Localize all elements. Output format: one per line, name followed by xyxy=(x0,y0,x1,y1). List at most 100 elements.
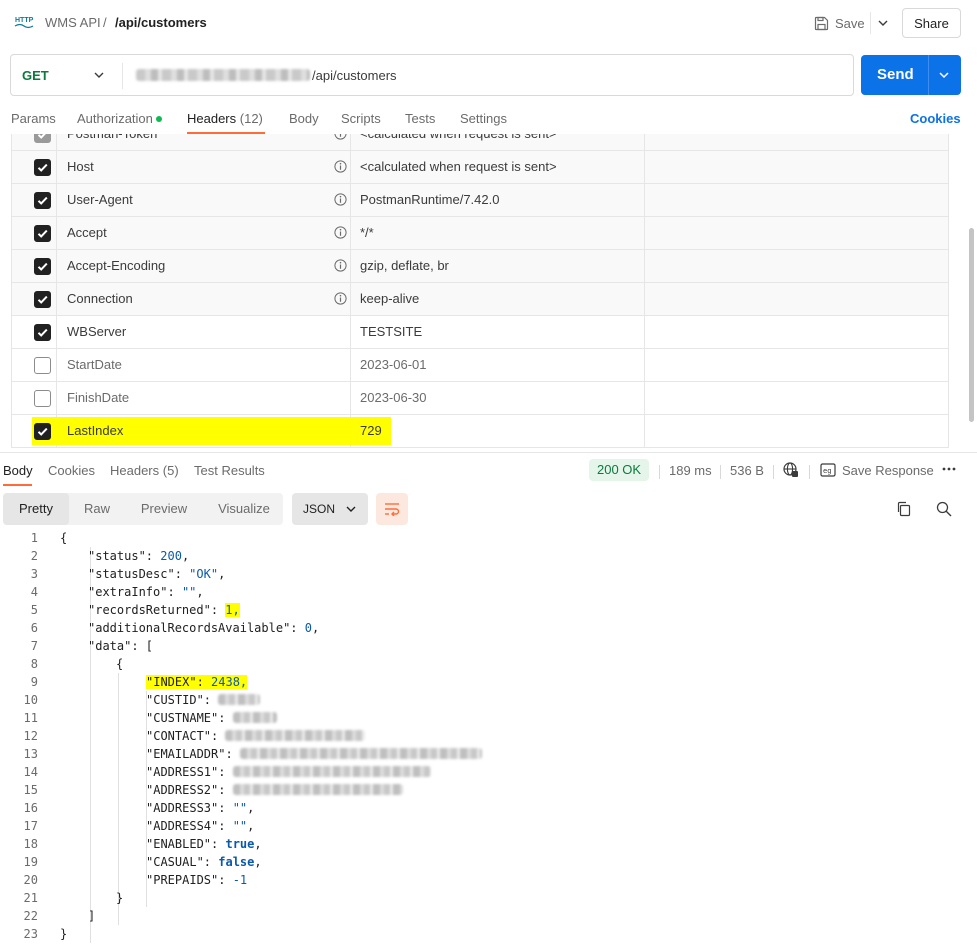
redacted-value xyxy=(232,712,277,723)
view-visualize[interactable]: Visualize xyxy=(205,493,283,525)
code-line: 9 "INDEX": 2438, xyxy=(0,673,977,691)
tab-response-headers[interactable]: Headers (5) xyxy=(110,463,179,478)
header-enabled-checkbox[interactable] xyxy=(34,291,51,308)
info-icon[interactable] xyxy=(334,134,347,140)
svg-text:eg: eg xyxy=(823,467,831,475)
header-value-cell[interactable]: 2023-06-30 xyxy=(351,382,645,414)
view-preview[interactable]: Preview xyxy=(127,493,201,525)
header-description-cell[interactable] xyxy=(645,349,948,381)
save-response-button[interactable]: Save Response xyxy=(842,463,934,478)
chevron-down-icon[interactable] xyxy=(874,13,892,33)
tab-test-results[interactable]: Test Results xyxy=(194,463,265,478)
format-label: JSON xyxy=(303,502,336,516)
url-input[interactable]: /api/customers xyxy=(312,68,397,83)
header-enabled-checkbox[interactable] xyxy=(34,324,51,341)
method-select[interactable]: GET xyxy=(22,68,49,83)
tab-body[interactable]: Body xyxy=(289,111,319,126)
header-value-cell[interactable]: PostmanRuntime/7.42.0 xyxy=(351,184,645,216)
header-key-cell[interactable]: User-Agent xyxy=(57,184,351,216)
send-button[interactable]: Send xyxy=(861,55,961,95)
header-key-cell[interactable]: StartDate xyxy=(57,349,351,381)
header-value-cell[interactable]: 2023-06-01 xyxy=(351,349,645,381)
header-value-cell[interactable]: gzip, deflate, br xyxy=(351,250,645,282)
header-key-cell[interactable]: Host xyxy=(57,151,351,183)
header-value-cell[interactable]: keep-alive xyxy=(351,283,645,315)
tab-response-body[interactable]: Body xyxy=(3,463,33,478)
header-value-cell[interactable]: <calculated when request is sent> xyxy=(351,134,645,150)
info-icon[interactable] xyxy=(334,226,347,239)
format-select[interactable]: JSON xyxy=(292,493,368,525)
cookies-link[interactable]: Cookies xyxy=(910,111,961,126)
header-description-cell[interactable] xyxy=(645,151,948,183)
tab-tests[interactable]: Tests xyxy=(405,111,435,126)
share-button[interactable]: Share xyxy=(902,8,961,38)
chevron-down-icon[interactable] xyxy=(93,69,105,81)
header-description-cell[interactable] xyxy=(645,316,948,348)
header-value: */* xyxy=(360,225,374,240)
info-icon[interactable] xyxy=(334,259,347,272)
response-body-editor[interactable]: 1 { 2 "status": 200, 3 "statusDesc": "OK… xyxy=(0,529,977,950)
more-options-icon[interactable] xyxy=(941,463,957,475)
header-key-cell[interactable]: Accept-Encoding xyxy=(57,250,351,282)
breadcrumb-request[interactable]: /api/customers xyxy=(115,15,207,30)
header-enabled-checkbox[interactable] xyxy=(34,258,51,275)
header-value-cell[interactable]: TESTSITE xyxy=(351,316,645,348)
code-text: "CONTACT": xyxy=(146,729,366,743)
header-enabled-checkbox[interactable] xyxy=(34,192,51,209)
header-description-cell[interactable] xyxy=(645,217,948,249)
header-enabled-checkbox[interactable] xyxy=(34,390,51,407)
header-description-cell[interactable] xyxy=(645,250,948,282)
header-value: <calculated when request is sent> xyxy=(360,159,557,174)
tab-params[interactable]: Params xyxy=(11,111,56,126)
header-check-cell xyxy=(12,184,57,216)
response-size[interactable]: 536 B xyxy=(730,463,764,478)
info-icon[interactable] xyxy=(334,160,347,173)
header-value-cell[interactable]: 729 xyxy=(351,415,645,447)
info-icon[interactable] xyxy=(334,292,347,305)
header-value-cell[interactable]: <calculated when request is sent> xyxy=(351,151,645,183)
view-pretty[interactable]: Pretty xyxy=(3,493,69,525)
save-button[interactable]: Save xyxy=(810,8,870,38)
line-number: 13 xyxy=(23,747,38,761)
view-raw[interactable]: Raw xyxy=(71,493,123,525)
header-key: WBServer xyxy=(67,324,127,339)
tab-response-cookies[interactable]: Cookies xyxy=(48,463,95,478)
network-globe-icon[interactable] xyxy=(783,462,799,478)
json-value: true xyxy=(225,837,255,851)
tab-settings[interactable]: Settings xyxy=(460,111,507,126)
header-enabled-checkbox[interactable] xyxy=(34,134,51,143)
header-enabled-checkbox[interactable] xyxy=(34,423,51,440)
code-text: } xyxy=(116,891,124,905)
scrollbar[interactable] xyxy=(969,228,974,422)
header-row: Accept */* xyxy=(12,217,948,250)
status-badge[interactable]: 200 OK xyxy=(589,459,650,481)
tab-headers[interactable]: Headers (12) xyxy=(187,111,263,126)
header-key-cell[interactable]: WBServer xyxy=(57,316,351,348)
tab-authorization[interactable]: Authorization xyxy=(77,111,162,126)
copy-icon[interactable] xyxy=(896,501,912,517)
header-enabled-checkbox[interactable] xyxy=(34,225,51,242)
chevron-down-icon[interactable] xyxy=(937,69,951,81)
header-enabled-checkbox[interactable] xyxy=(34,357,51,374)
header-description-cell[interactable] xyxy=(645,382,948,414)
info-icon[interactable] xyxy=(334,193,347,206)
header-description-cell[interactable] xyxy=(645,283,948,315)
header-key-cell[interactable]: FinishDate xyxy=(57,382,351,414)
breadcrumb-collection[interactable]: WMS API xyxy=(45,15,101,30)
code-text-highlighted: "INDEX": 2438, xyxy=(146,675,248,689)
header-key-cell[interactable]: Postman-Token xyxy=(57,134,351,150)
header-description-cell[interactable] xyxy=(645,415,948,447)
code-text: "CASUAL": false, xyxy=(146,855,262,869)
response-time[interactable]: 189 ms xyxy=(669,463,712,478)
header-key-cell[interactable]: Connection xyxy=(57,283,351,315)
search-icon[interactable] xyxy=(936,501,952,517)
header-key-cell[interactable]: LastIndex xyxy=(57,415,351,447)
header-description-cell[interactable] xyxy=(645,134,948,150)
wrap-lines-button[interactable] xyxy=(376,493,408,525)
header-enabled-checkbox[interactable] xyxy=(34,159,51,176)
code-line: 11 "CUSTNAME": xyxy=(0,709,977,727)
header-description-cell[interactable] xyxy=(645,184,948,216)
header-key-cell[interactable]: Accept xyxy=(57,217,351,249)
header-value-cell[interactable]: */* xyxy=(351,217,645,249)
tab-scripts[interactable]: Scripts xyxy=(341,111,381,126)
